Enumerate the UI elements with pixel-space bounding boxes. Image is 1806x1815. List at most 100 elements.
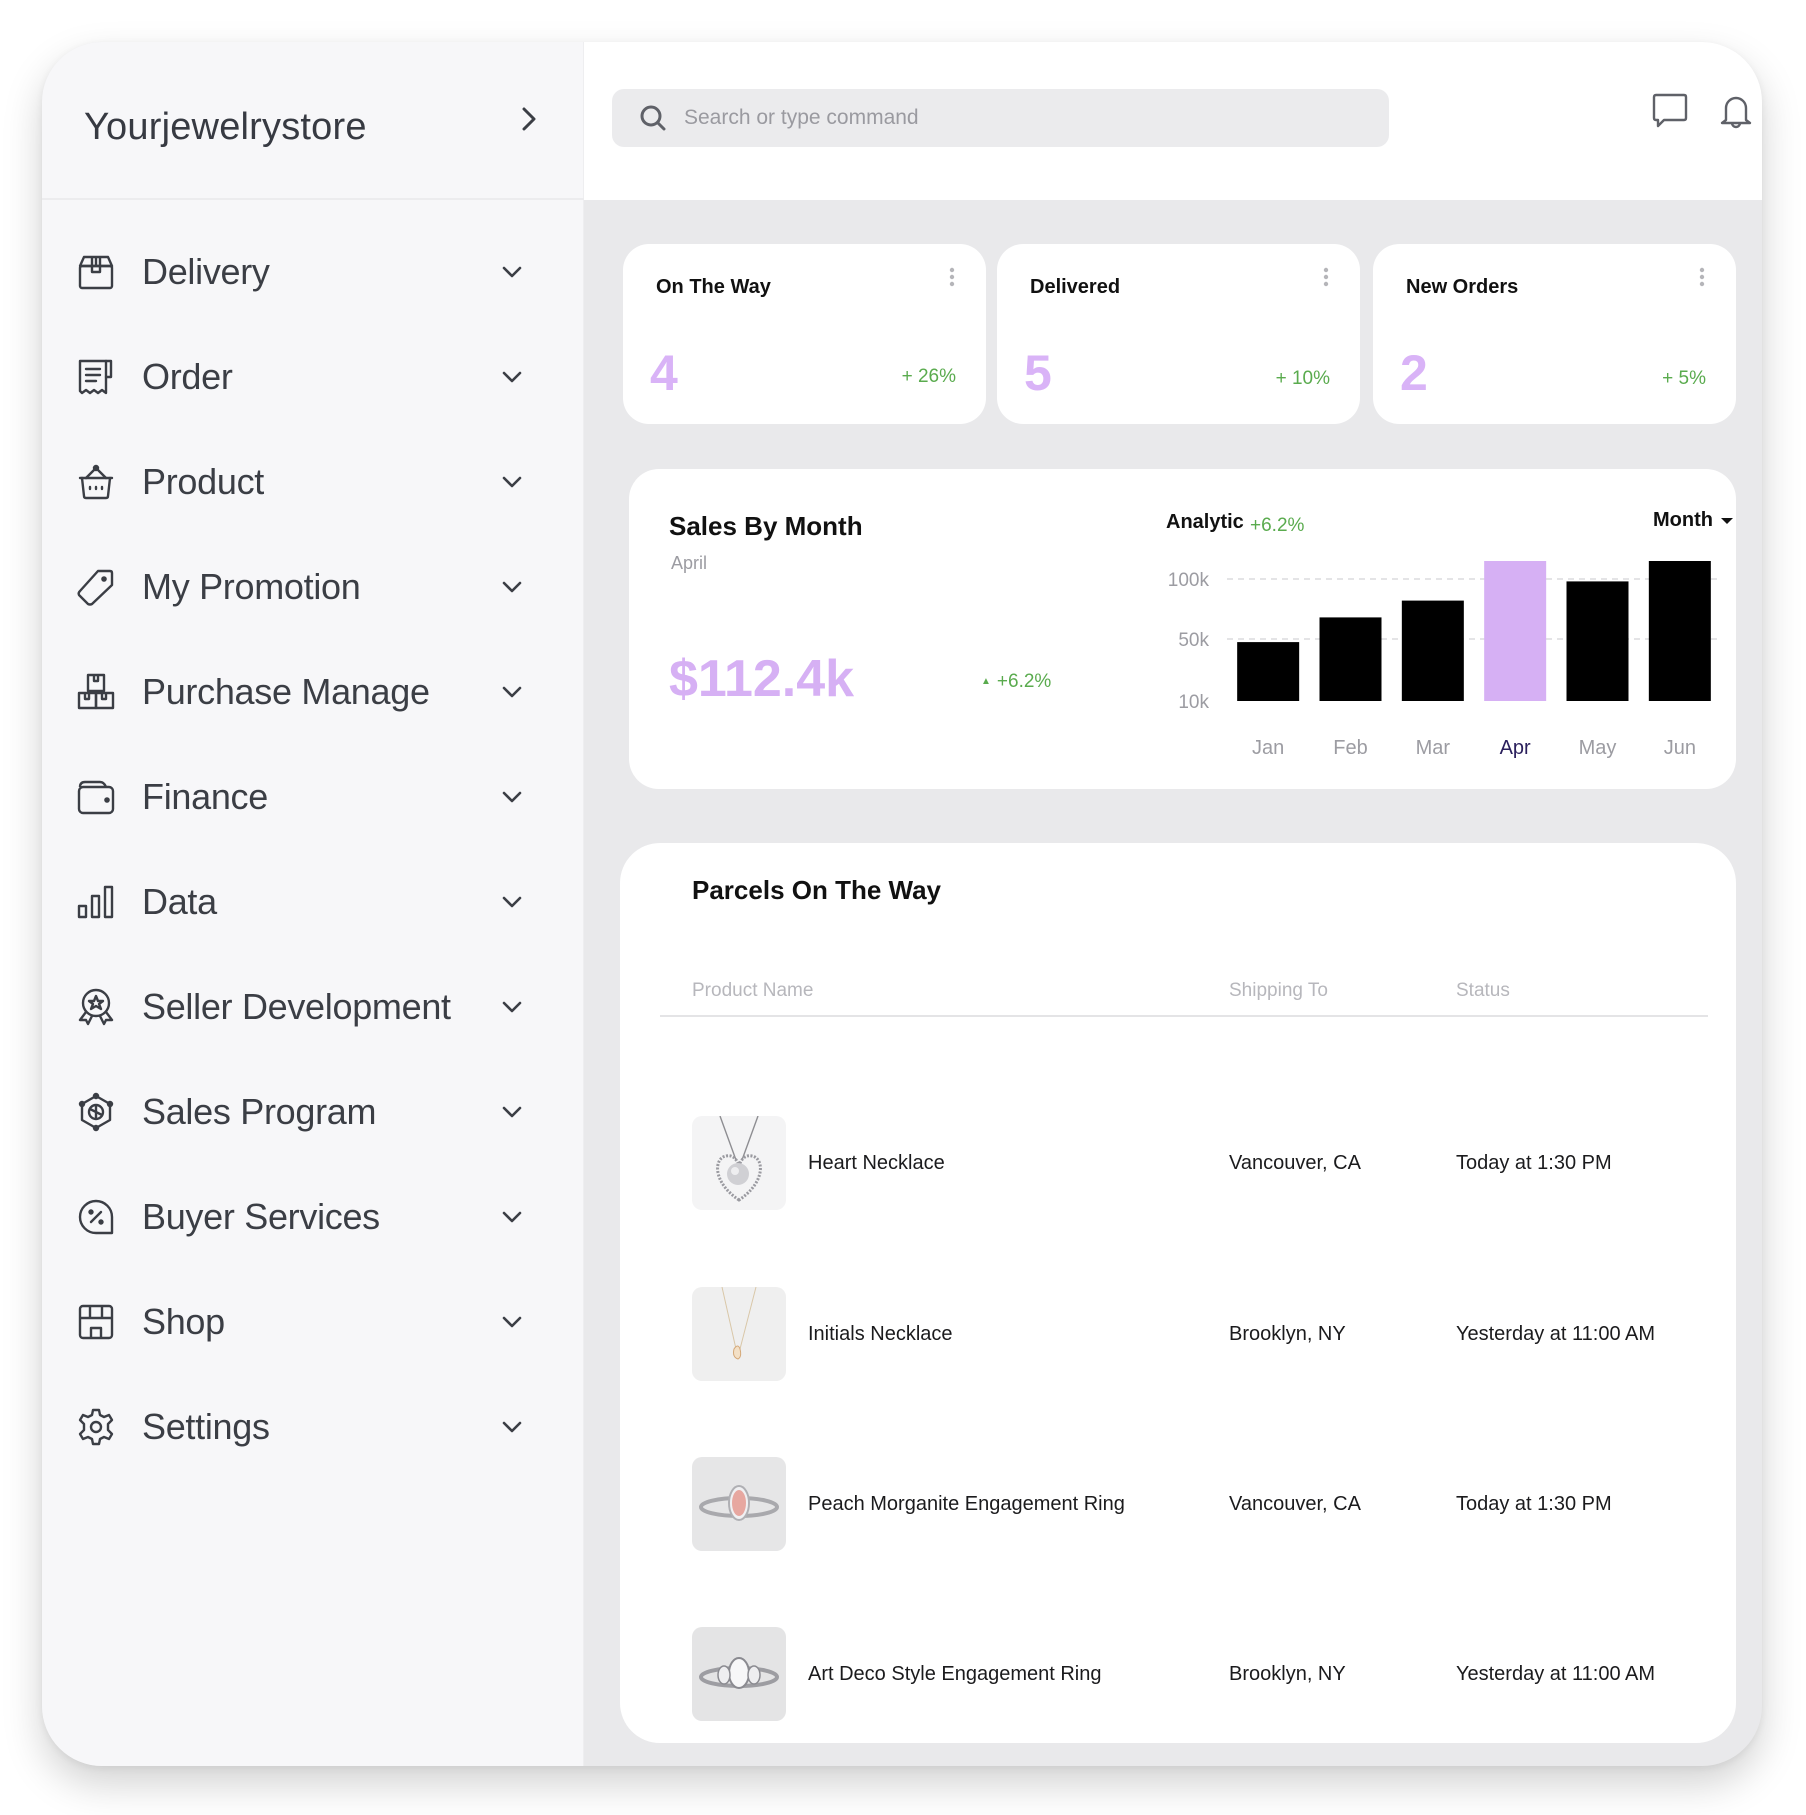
- sidebar-item-shop[interactable]: Shop: [42, 1282, 584, 1362]
- stat-value: 2: [1400, 345, 1428, 401]
- more-vertical-icon[interactable]: [946, 266, 958, 290]
- sidebar-item-label: Product: [142, 461, 264, 502]
- stat-card-new-orders: New Orders 2 + 5%: [1373, 244, 1736, 424]
- bar-jun[interactable]: [1648, 561, 1711, 701]
- column-header-status[interactable]: Status: [1456, 980, 1510, 1002]
- sidebar-item-seller-development[interactable]: Seller Development: [42, 967, 584, 1047]
- sidebar-item-product[interactable]: Product: [42, 442, 584, 522]
- stat-card-delivered: Delivered 5 + 10%: [997, 244, 1360, 424]
- sidebar-item-sales-program[interactable]: Sales Program: [42, 1072, 584, 1152]
- chevron-down-icon: [502, 1001, 522, 1013]
- x-tick-label: Mar: [1416, 737, 1451, 759]
- sidebar-item-label: Order: [142, 356, 233, 397]
- sales-month: April: [671, 553, 708, 573]
- sidebar-item-label: Finance: [142, 776, 268, 817]
- heart-necklace-image: [692, 1116, 786, 1210]
- status: Yesterday at 11:00 AM: [1456, 1663, 1656, 1685]
- stat-title: Delivered: [1030, 276, 1121, 298]
- more-vertical-icon[interactable]: [1320, 266, 1332, 290]
- sidebar: Yourjewelrystore Delivery Order Product: [42, 42, 584, 1766]
- status: Yesterday at 11:00 AM: [1456, 1323, 1656, 1345]
- sidebar-item-purchase-manage[interactable]: Purchase Manage: [42, 652, 584, 732]
- table-row[interactable]: Initials Necklace Brooklyn, NY Yesterday…: [620, 1287, 1736, 1383]
- search-bar[interactable]: [612, 89, 1389, 147]
- shipping-to: Brooklyn, NY: [1229, 1663, 1346, 1685]
- bar-jan[interactable]: [1237, 642, 1300, 701]
- bar-apr[interactable]: [1484, 561, 1547, 701]
- sidebar-item-settings[interactable]: Settings: [42, 1387, 584, 1467]
- x-tick-label: May: [1579, 737, 1617, 759]
- chevron-right-icon: [522, 107, 536, 131]
- x-tick-label: Feb: [1333, 737, 1367, 759]
- x-tick-label: Apr: [1500, 737, 1531, 759]
- discount-chat-icon: [76, 1197, 116, 1237]
- sidebar-item-label: Settings: [142, 1406, 270, 1447]
- sidebar-item-finance[interactable]: Finance: [42, 757, 584, 837]
- chevron-down-icon: [502, 476, 522, 488]
- product-name: Heart Necklace: [808, 1152, 945, 1174]
- x-tick-label: Jan: [1252, 737, 1284, 759]
- parcels-card: Parcels On The Way Product Name Shipping…: [620, 843, 1736, 1743]
- store-name: Yourjewelrystore: [84, 106, 367, 148]
- app-window: Yourjewelrystore Delivery Order Product: [42, 42, 1762, 1766]
- chat-icon[interactable]: [1650, 92, 1690, 132]
- chevron-down-icon: [502, 581, 522, 593]
- sidebar-item-data[interactable]: Data: [42, 862, 584, 942]
- table-row[interactable]: Peach Morganite Engagement Ring Vancouve…: [620, 1457, 1736, 1553]
- period-value: Month: [1653, 509, 1713, 531]
- chevron-down-icon: [502, 1316, 522, 1328]
- delivery-box-icon: [76, 252, 116, 292]
- analytic-label: Analytic: [1166, 511, 1244, 533]
- column-header-shipping[interactable]: Shipping To: [1229, 980, 1328, 1002]
- chevron-down-icon: [502, 896, 522, 908]
- search-input[interactable]: [684, 89, 1364, 147]
- stat-title: On The Way: [656, 276, 771, 298]
- search-icon: [640, 105, 666, 131]
- analytic-change: +6.2%: [1250, 515, 1305, 536]
- table-row[interactable]: Art Deco Style Engagement Ring Brooklyn,…: [620, 1627, 1736, 1723]
- up-triangle-icon: ▲: [981, 676, 991, 687]
- stat-value: 4: [650, 345, 678, 401]
- chevron-down-icon: [502, 1211, 522, 1223]
- shipping-to: Brooklyn, NY: [1229, 1323, 1346, 1345]
- stacked-boxes-icon: [76, 672, 116, 712]
- stat-change: + 26%: [901, 366, 956, 387]
- column-header-product[interactable]: Product Name: [692, 980, 813, 1002]
- sales-change: ▲ +6.2%: [981, 671, 1051, 693]
- sidebar-item-label: Data: [142, 881, 217, 922]
- initials-necklace-image: [692, 1287, 786, 1381]
- sidebar-item-my-promotion[interactable]: My Promotion: [42, 547, 584, 627]
- sidebar-toggle-button[interactable]: [512, 102, 546, 136]
- stat-value: 5: [1024, 345, 1052, 401]
- hexagon-program-icon: [76, 1092, 116, 1132]
- chevron-down-icon: [502, 686, 522, 698]
- sales-title: Sales By Month: [669, 511, 863, 541]
- gear-icon: [76, 1407, 116, 1447]
- period-dropdown[interactable]: Month: [1653, 509, 1733, 532]
- morganite-ring-image: [692, 1457, 786, 1551]
- sales-amount: $112.4k: [669, 650, 855, 708]
- sidebar-item-delivery[interactable]: Delivery: [42, 232, 584, 312]
- chevron-down-icon: [502, 1421, 522, 1433]
- brand-header: Yourjewelrystore: [42, 42, 584, 200]
- sidebar-item-label: Shop: [142, 1301, 225, 1342]
- award-badge-icon: [76, 987, 116, 1027]
- sidebar-item-order[interactable]: Order: [42, 337, 584, 417]
- table-row[interactable]: Heart Necklace Vancouver, CA Today at 1:…: [620, 1116, 1736, 1212]
- sidebar-item-buyer-services[interactable]: Buyer Services: [42, 1177, 584, 1257]
- bar-may[interactable]: [1566, 581, 1629, 701]
- chevron-down-icon: [502, 1106, 522, 1118]
- product-name: Art Deco Style Engagement Ring: [808, 1663, 1102, 1685]
- stat-change: + 10%: [1275, 368, 1330, 389]
- tag-icon: [76, 567, 116, 607]
- more-vertical-icon[interactable]: [1696, 266, 1708, 290]
- bell-icon[interactable]: [1716, 92, 1756, 132]
- shipping-to: Vancouver, CA: [1229, 1493, 1361, 1515]
- bar-feb[interactable]: [1319, 617, 1382, 701]
- x-tick-label: Jun: [1664, 737, 1696, 759]
- y-tick-label: 10k: [1178, 692, 1209, 713]
- bar-mar[interactable]: [1401, 600, 1464, 701]
- sidebar-item-label: My Promotion: [142, 566, 361, 607]
- y-tick-label: 100k: [1168, 570, 1210, 591]
- status: Today at 1:30 PM: [1456, 1152, 1612, 1174]
